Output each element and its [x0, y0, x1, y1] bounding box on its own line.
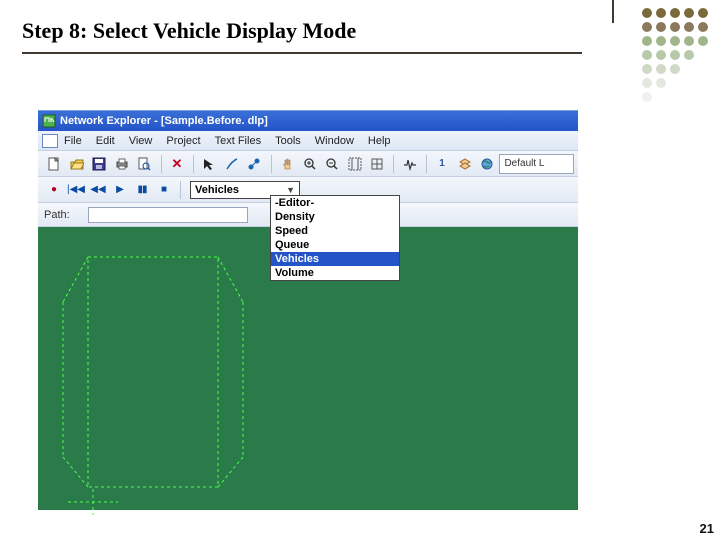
path-label: Path:: [44, 209, 88, 221]
pause-icon[interactable]: ▮▮: [132, 181, 152, 199]
decoration-dot: [656, 8, 666, 18]
toolbar-separator: [271, 155, 273, 173]
decoration-dot: [670, 36, 680, 46]
toolbar-separator: [180, 181, 182, 199]
page-number: 21: [700, 521, 714, 536]
menu-item-project[interactable]: Project: [166, 135, 200, 147]
toolbar-simulation: ● |◀◀ ◀◀ ▶ ▮▮ ■ Vehicles ▼ -Editor-Densi…: [38, 177, 578, 203]
menu-item-edit[interactable]: Edit: [96, 135, 115, 147]
decoration-dot: [698, 22, 708, 32]
arrow-tool-icon[interactable]: [199, 154, 220, 174]
toolbar-separator: [161, 155, 163, 173]
zoom-window-icon[interactable]: [344, 154, 365, 174]
layer-stack-icon[interactable]: [454, 154, 475, 174]
decoration-dot: [642, 36, 652, 46]
decoration-dot: [656, 64, 666, 74]
decoration-dot: [698, 8, 708, 18]
display-mode-dropdown-list[interactable]: -Editor-DensitySpeedQueueVehiclesVolume: [270, 195, 400, 281]
app-icon: [42, 114, 56, 128]
decoration-dot: [656, 50, 666, 60]
decoration-dot: [642, 64, 652, 74]
open-icon[interactable]: [67, 154, 88, 174]
print-icon[interactable]: [112, 154, 133, 174]
display-mode-option[interactable]: Volume: [271, 266, 399, 280]
activity-icon[interactable]: [399, 154, 420, 174]
preview-icon[interactable]: [134, 154, 155, 174]
decoration-dot: [684, 50, 694, 60]
play-icon[interactable]: ▶: [110, 181, 130, 199]
menu-item-window[interactable]: Window: [315, 135, 354, 147]
pan-icon[interactable]: [277, 154, 298, 174]
system-menu-icon[interactable]: [42, 134, 58, 148]
toolbar-separator: [393, 155, 395, 173]
app-window: Network Explorer - [Sample.Before. dlp] …: [38, 110, 578, 510]
stop-icon[interactable]: ■: [154, 181, 174, 199]
delete-icon[interactable]: ✕: [167, 154, 188, 174]
menubar: File Edit View Project Text Files Tools Window…: [38, 131, 578, 151]
titlebar-text: Network Explorer - [Sample.Before. dlp]: [60, 115, 268, 127]
display-mode-option[interactable]: Vehicles: [271, 252, 399, 266]
toolbar-separator: [193, 155, 195, 173]
decoration-dot: [670, 50, 680, 60]
zoom-in-icon[interactable]: [299, 154, 320, 174]
display-mode-option[interactable]: Queue: [271, 238, 399, 252]
decoration-dot: [670, 8, 680, 18]
decoration-dot: [642, 50, 652, 60]
zoom-out-icon[interactable]: [322, 154, 343, 174]
toolbar-main: ✕ 1: [38, 151, 578, 177]
toolbar-separator: [426, 155, 428, 173]
title-side-rule: [612, 0, 614, 23]
decoration-dot: [684, 36, 694, 46]
layer1-icon[interactable]: 1: [432, 154, 453, 174]
decoration-dot: [642, 8, 652, 18]
menu-item-view[interactable]: View: [129, 135, 153, 147]
chevron-down-icon: ▼: [286, 185, 295, 195]
slide-title: Step 8: Select Vehicle Display Mode: [22, 18, 356, 44]
mode-dropdown[interactable]: Default L: [499, 154, 574, 174]
decoration-dot: [656, 36, 666, 46]
decoration-dot: [642, 92, 652, 102]
display-mode-combo-text: Vehicles: [195, 184, 239, 196]
decoration-dot: [684, 22, 694, 32]
path-input[interactable]: [88, 207, 248, 223]
menu-item-file[interactable]: File: [64, 135, 82, 147]
node-tool-icon[interactable]: [244, 154, 265, 174]
menu-item-text-files[interactable]: Text Files: [215, 135, 261, 147]
decoration-dot: [642, 78, 652, 88]
decoration-dot: [684, 8, 694, 18]
menu-item-help[interactable]: Help: [368, 135, 391, 147]
display-mode-option[interactable]: -Editor-: [271, 196, 399, 210]
new-icon[interactable]: [44, 154, 65, 174]
decoration-dot: [698, 36, 708, 46]
link-tool-icon[interactable]: [222, 154, 243, 174]
decoration-dot: [670, 22, 680, 32]
rewind-icon[interactable]: ◀◀: [88, 181, 108, 199]
save-icon[interactable]: [89, 154, 110, 174]
dot-grid-decoration: [640, 6, 710, 104]
decoration-dot: [670, 64, 680, 74]
decoration-dot: [656, 78, 666, 88]
decoration-dot: [642, 22, 652, 32]
zoom-extent-icon[interactable]: [367, 154, 388, 174]
menu-item-tools[interactable]: Tools: [275, 135, 301, 147]
mode-dropdown-text: Default L: [504, 158, 544, 169]
display-mode-option[interactable]: Speed: [271, 224, 399, 238]
titlebar: Network Explorer - [Sample.Before. dlp]: [38, 111, 578, 131]
title-rule: [22, 52, 582, 54]
record-icon[interactable]: ●: [44, 181, 64, 199]
rewind-start-icon[interactable]: |◀◀: [66, 181, 86, 199]
display-mode-option[interactable]: Density: [271, 210, 399, 224]
decoration-dot: [656, 22, 666, 32]
globe-icon[interactable]: [477, 154, 498, 174]
